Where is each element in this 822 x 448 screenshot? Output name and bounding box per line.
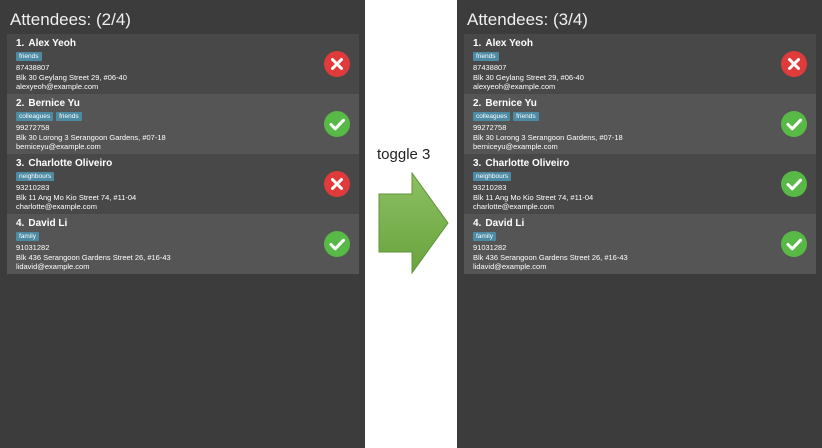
- attendee-name: 3. Charlotte Oliveiro: [473, 158, 816, 170]
- attendee-phone: 93210283: [16, 183, 50, 192]
- attendee-address: Blk 11 Ang Mo Kio Street 74, #11-04: [473, 192, 594, 202]
- attendee-card[interactable]: 1. Alex Yeoh friends 87438807 Blk 30 Geylang…: [464, 34, 816, 94]
- attendee-address: Blk 30 Geylang Street 29, #06-40: [16, 72, 127, 82]
- attendee-phone: 93210283: [473, 183, 507, 192]
- tag-badge: friends: [513, 112, 539, 121]
- attendee-name: 2. Bernice Yu: [16, 98, 359, 110]
- attendee-index: 4.: [16, 218, 25, 229]
- tag-badge: friends: [473, 52, 499, 61]
- attendees-panel-after: Attendees: (3/4) 1. Alex Yeoh friends 87438…: [457, 0, 822, 448]
- attendee-index: 1.: [473, 38, 482, 49]
- tag-list: colleagues friends: [16, 112, 359, 123]
- check-icon: [329, 238, 345, 251]
- attendee-email: berniceyu@example.com: [16, 142, 101, 151]
- attendance-present-toggle[interactable]: [781, 111, 807, 137]
- attendee-email: alexyeoh@example.com: [473, 82, 556, 91]
- right-arrow-icon: [378, 172, 449, 274]
- attendee-index: 3.: [473, 158, 482, 169]
- attendee-card[interactable]: 4. David Li family 91031282 Blk 436 Serangoo…: [464, 214, 816, 274]
- attendee-index: 1.: [16, 38, 25, 49]
- attendee-email: lidavid@example.com: [473, 262, 547, 271]
- attendance-absent-toggle[interactable]: [324, 51, 350, 77]
- attendee-email: berniceyu@example.com: [473, 142, 558, 151]
- attendee-phone: 91031282: [16, 243, 50, 252]
- attendance-present-toggle[interactable]: [324, 111, 350, 137]
- attendee-name: 4. David Li: [473, 218, 816, 230]
- attendee-phone: 99272758: [473, 123, 507, 132]
- attendance-absent-toggle[interactable]: [324, 171, 350, 197]
- attendee-card[interactable]: 3. Charlotte Oliveiro neighbours 93210283 Bl…: [7, 154, 359, 214]
- attendees-title: Attendees: (3/4): [467, 10, 588, 29]
- tag-list: neighbours: [473, 172, 816, 183]
- check-icon: [786, 118, 802, 131]
- attendee-name: 1. Alex Yeoh: [16, 38, 359, 50]
- attendee-card[interactable]: 3. Charlotte Oliveiro neighbours 93210283 Bl…: [464, 154, 816, 214]
- tag-badge: colleagues: [473, 112, 511, 121]
- attendee-card[interactable]: 4. David Li family 91031282 Blk 436 Serangoo…: [7, 214, 359, 274]
- attendee-phone: 99272758: [16, 123, 50, 132]
- attendee-card[interactable]: 2. Bernice Yu colleagues friends 99272758 Blk…: [464, 94, 816, 154]
- tag-list: family: [473, 232, 816, 243]
- attendee-name-text: Bernice Yu: [28, 98, 80, 109]
- tag-badge: neighbours: [16, 172, 55, 181]
- check-icon: [786, 178, 802, 191]
- attendance-present-toggle[interactable]: [324, 231, 350, 257]
- attendee-email: charlotte@example.com: [473, 202, 554, 211]
- attendee-name-text: Alex Yeoh: [28, 38, 76, 49]
- attendee-address: Blk 436 Serangoon Gardens Street 26, #16…: [16, 252, 171, 262]
- attendance-present-toggle[interactable]: [781, 231, 807, 257]
- attendee-index: 2.: [473, 98, 482, 109]
- attendee-index: 2.: [16, 98, 25, 109]
- attendee-name-text: Charlotte Oliveiro: [28, 158, 113, 169]
- attendee-list[interactable]: 1. Alex Yeoh friends 87438807 Blk 30 Geylang…: [7, 34, 359, 274]
- attendance-present-toggle[interactable]: [781, 171, 807, 197]
- attendee-email: charlotte@example.com: [16, 202, 97, 211]
- attendee-name: 2. Bernice Yu: [473, 98, 816, 110]
- tag-badge: friends: [56, 112, 82, 121]
- attendee-name-text: Bernice Yu: [485, 98, 537, 109]
- attendee-address: Blk 30 Lorong 3 Serangoon Gardens, #07-1…: [16, 132, 166, 142]
- attendee-address: Blk 30 Lorong 3 Serangoon Gardens, #07-1…: [473, 132, 623, 142]
- attendee-index: 4.: [473, 218, 482, 229]
- attendee-phone: 87438807: [473, 63, 507, 72]
- attendee-list[interactable]: 1. Alex Yeoh friends 87438807 Blk 30 Geylang…: [464, 34, 816, 274]
- cross-icon: [331, 58, 343, 70]
- tag-list: friends: [16, 52, 359, 63]
- attendee-name-text: David Li: [28, 218, 68, 229]
- attendees-panel-before: Attendees: (2/4) 1. Alex Yeoh friends 87438…: [0, 0, 365, 448]
- attendee-name: 4. David Li: [16, 218, 359, 230]
- attendee-email: lidavid@example.com: [16, 262, 90, 271]
- attendee-index: 3.: [16, 158, 25, 169]
- tag-list: friends: [473, 52, 816, 63]
- attendee-name-text: Alex Yeoh: [485, 38, 533, 49]
- cross-icon: [331, 178, 343, 190]
- cross-icon: [788, 58, 800, 70]
- tag-badge: neighbours: [473, 172, 512, 181]
- tag-list: neighbours: [16, 172, 359, 183]
- attendee-card[interactable]: 2. Bernice Yu colleagues friends 99272758 Blk…: [7, 94, 359, 154]
- attendee-card[interactable]: 1. Alex Yeoh friends 87438807 Blk 30 Geylang…: [7, 34, 359, 94]
- attendee-address: Blk 30 Geylang Street 29, #06-40: [473, 72, 584, 82]
- attendee-name-text: David Li: [485, 218, 525, 229]
- tag-badge: colleagues: [16, 112, 54, 121]
- transition-label: toggle 3: [377, 146, 431, 163]
- tag-badge: family: [473, 232, 496, 241]
- tag-list: family: [16, 232, 359, 243]
- tag-list: colleagues friends: [473, 112, 816, 123]
- attendees-title: Attendees: (2/4): [10, 10, 131, 29]
- attendee-address: Blk 436 Serangoon Gardens Street 26, #16…: [473, 252, 628, 262]
- attendee-name: 3. Charlotte Oliveiro: [16, 158, 359, 170]
- tag-badge: friends: [16, 52, 42, 61]
- tag-badge: family: [16, 232, 39, 241]
- attendee-phone: 87438807: [16, 63, 50, 72]
- attendee-address: Blk 11 Ang Mo Kio Street 74, #11-04: [16, 192, 137, 202]
- attendee-phone: 91031282: [473, 243, 507, 252]
- attendee-email: alexyeoh@example.com: [16, 82, 99, 91]
- check-icon: [329, 118, 345, 131]
- attendance-absent-toggle[interactable]: [781, 51, 807, 77]
- check-icon: [786, 238, 802, 251]
- attendee-name: 1. Alex Yeoh: [473, 38, 816, 50]
- attendee-name-text: Charlotte Oliveiro: [485, 158, 570, 169]
